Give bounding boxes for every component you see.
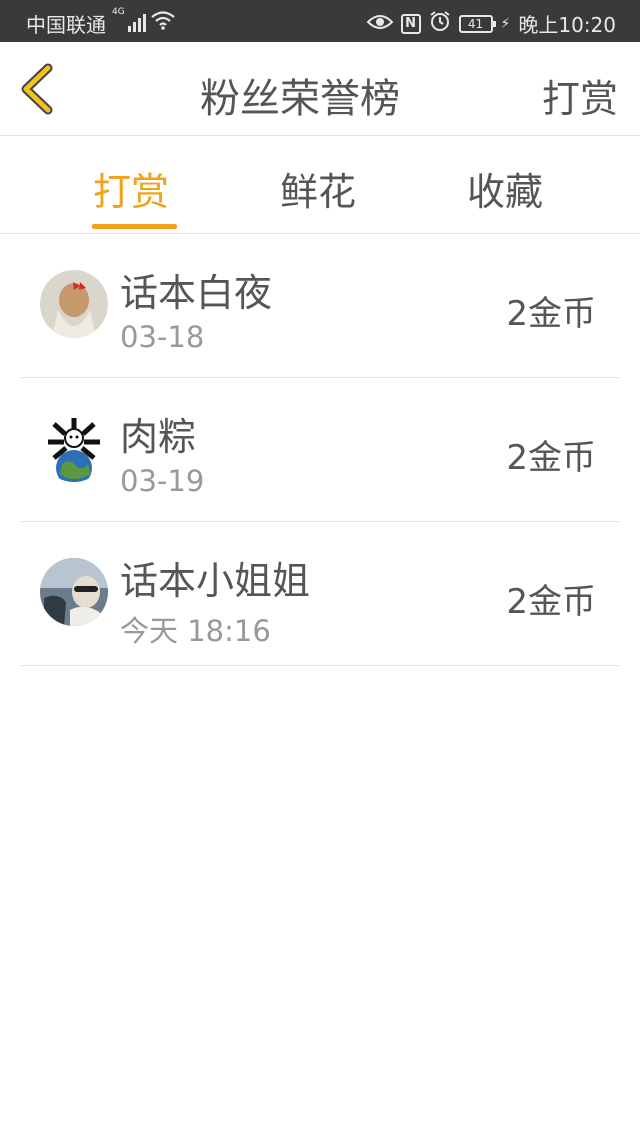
reward-date: 03-18 — [120, 320, 205, 354]
eye-icon — [366, 12, 393, 36]
tab-bar: 打赏 鲜花 收藏 — [0, 137, 640, 234]
reward-amount: 2金币 — [506, 438, 596, 478]
tab-reward[interactable]: 打赏 — [93, 161, 169, 216]
alarm-icon — [429, 10, 451, 37]
network-type: 4G — [112, 7, 125, 17]
avatar — [40, 558, 108, 626]
avatar — [40, 270, 108, 338]
charging-icon: ⚡ — [500, 15, 511, 32]
tab-flowers[interactable]: 鲜花 — [280, 161, 356, 216]
list-item[interactable]: 话本白夜 03-18 2金币 — [20, 234, 620, 378]
signal-icon: 4G — [112, 8, 146, 32]
fan-name: 肉粽 — [120, 415, 197, 459]
reward-date: 03-19 — [120, 464, 205, 498]
clock: 晚上10:20 — [518, 13, 616, 37]
reward-amount: 2金币 — [506, 582, 596, 622]
tab-active-indicator — [92, 224, 177, 229]
fan-list: 话本白夜 03-18 2金币 肉粽 03-19 2金币 话本小姐姐 今天 18:… — [20, 234, 620, 666]
list-item[interactable]: 肉粽 03-19 2金币 — [20, 378, 620, 522]
carrier-label: 中国联通 — [26, 13, 106, 37]
page-title: 粉丝荣誉榜 — [200, 76, 400, 122]
battery-icon: 41 — [458, 14, 496, 33]
nav-bar: 粉丝荣誉榜 打赏 — [0, 42, 640, 136]
nfc-icon: N — [400, 13, 421, 34]
fan-name: 话本白夜 — [120, 271, 273, 315]
fan-name: 话本小姐姐 — [120, 559, 311, 603]
reward-button[interactable]: 打赏 — [542, 68, 618, 123]
list-item[interactable]: 话本小姐姐 今天 18:16 2金币 — [20, 522, 620, 666]
avatar — [40, 414, 108, 482]
wifi-icon — [150, 9, 176, 36]
reward-amount: 2金币 — [506, 294, 596, 334]
reward-date: 今天 18:16 — [120, 614, 271, 648]
status-bar: 中国联通 4G N 41 ⚡ 晚上10:20 — [0, 0, 640, 42]
tab-favorites[interactable]: 收藏 — [467, 161, 543, 216]
